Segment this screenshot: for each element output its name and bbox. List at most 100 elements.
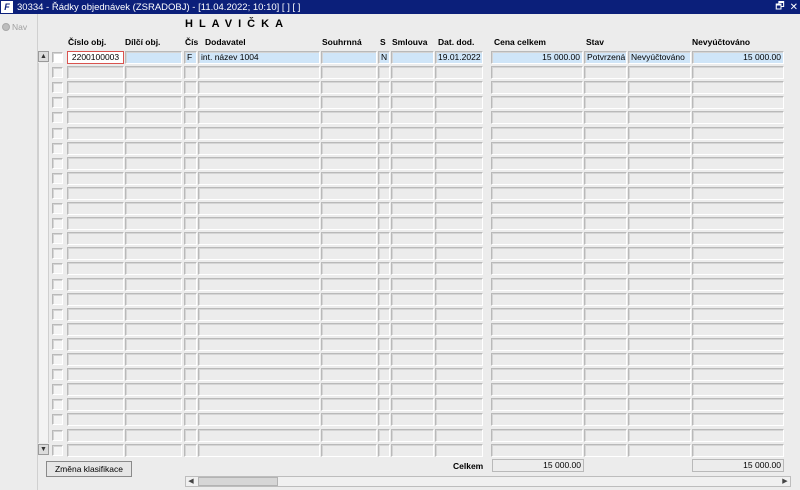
cell-stav2[interactable] xyxy=(628,353,691,366)
cell-smlouva[interactable] xyxy=(391,307,434,321)
cell-cis[interactable] xyxy=(184,217,197,231)
cell-souhrnna[interactable] xyxy=(321,307,377,321)
cell-cena-celkem[interactable] xyxy=(491,428,583,442)
cell-cislo-obj[interactable] xyxy=(67,337,124,351)
cell-cislo-obj[interactable]: 2200100003 xyxy=(67,51,124,64)
cell-s[interactable] xyxy=(378,277,390,291)
cell-cena-celkem[interactable] xyxy=(491,66,583,80)
cell-dodavatel[interactable] xyxy=(198,96,320,110)
cell-stav2[interactable] xyxy=(628,398,691,412)
cell-dilci-obj[interactable] xyxy=(125,51,182,64)
cell-dilci-obj[interactable] xyxy=(125,368,182,382)
cell-dodavatel[interactable] xyxy=(198,398,320,412)
cell-cislo-obj[interactable] xyxy=(67,111,124,125)
cell-souhrnna[interactable] xyxy=(321,292,377,306)
cell-dat-dod[interactable] xyxy=(435,232,483,246)
cell-s[interactable] xyxy=(378,443,390,457)
cell-cis[interactable] xyxy=(184,322,197,336)
cell-dodavatel[interactable] xyxy=(198,66,320,80)
cell-cena-celkem[interactable] xyxy=(491,232,583,246)
cell-dilci-obj[interactable] xyxy=(125,217,182,231)
row-checkbox[interactable] xyxy=(52,67,63,79)
cell-smlouva[interactable] xyxy=(391,156,434,170)
cell-cis[interactable] xyxy=(184,202,197,215)
cell-dat-dod[interactable] xyxy=(435,156,483,170)
cell-cislo-obj[interactable] xyxy=(67,186,124,200)
cell-dat-dod[interactable] xyxy=(435,202,483,215)
cell-cena-celkem[interactable] xyxy=(491,141,583,155)
cell-s[interactable] xyxy=(378,96,390,110)
row-checkbox[interactable] xyxy=(52,414,63,426)
cell-dodavatel[interactable] xyxy=(198,277,320,291)
cell-nevyuctovano[interactable] xyxy=(692,262,784,276)
cell-s[interactable] xyxy=(378,247,390,261)
cell-stav2[interactable] xyxy=(628,262,691,276)
cell-stav[interactable] xyxy=(584,413,627,427)
cell-dodavatel[interactable] xyxy=(198,353,320,366)
cell-dat-dod[interactable] xyxy=(435,383,483,397)
table-row[interactable] xyxy=(51,307,800,322)
table-row[interactable] xyxy=(51,428,800,443)
cell-dat-dod[interactable] xyxy=(435,186,483,200)
row-checkbox[interactable] xyxy=(52,203,63,214)
cell-cena-celkem[interactable] xyxy=(491,247,583,261)
table-row[interactable] xyxy=(51,95,800,110)
table-row[interactable]: 2200100003 Fint. název 1004 N 19.01.2022 15 … xyxy=(51,50,800,65)
cell-dat-dod[interactable] xyxy=(435,443,483,457)
cell-dat-dod[interactable] xyxy=(435,111,483,125)
cell-stav[interactable] xyxy=(584,337,627,351)
row-checkbox[interactable] xyxy=(52,218,63,230)
row-checkbox[interactable] xyxy=(52,112,63,124)
cell-dodavatel[interactable] xyxy=(198,413,320,427)
cell-stav[interactable] xyxy=(584,156,627,170)
cell-souhrnna[interactable] xyxy=(321,322,377,336)
cell-smlouva[interactable] xyxy=(391,111,434,125)
cell-cena-celkem[interactable] xyxy=(491,202,583,215)
row-checkbox[interactable] xyxy=(52,172,63,184)
row-checkbox[interactable] xyxy=(52,142,63,154)
cell-nevyuctovano[interactable] xyxy=(692,428,784,442)
cell-stav2[interactable] xyxy=(628,202,691,215)
cell-souhrnna[interactable] xyxy=(321,428,377,442)
row-checkbox[interactable] xyxy=(52,399,63,411)
cell-stav[interactable] xyxy=(584,66,627,80)
cell-smlouva[interactable] xyxy=(391,428,434,442)
table-row[interactable] xyxy=(51,110,800,125)
cell-dat-dod[interactable] xyxy=(435,247,483,261)
cell-nevyuctovano[interactable] xyxy=(692,353,784,366)
cell-dat-dod[interactable] xyxy=(435,171,483,185)
cell-dilci-obj[interactable] xyxy=(125,262,182,276)
cell-cislo-obj[interactable] xyxy=(67,141,124,155)
cell-s[interactable] xyxy=(378,232,390,246)
cell-dodavatel[interactable] xyxy=(198,156,320,170)
row-checkbox[interactable] xyxy=(52,248,63,260)
cell-dilci-obj[interactable] xyxy=(125,111,182,125)
cell-smlouva[interactable] xyxy=(391,443,434,457)
cell-smlouva[interactable] xyxy=(391,398,434,412)
cell-nevyuctovano[interactable] xyxy=(692,413,784,427)
cell-stav[interactable] xyxy=(584,277,627,291)
table-row[interactable] xyxy=(51,367,800,382)
cell-cislo-obj[interactable] xyxy=(67,383,124,397)
cell-smlouva[interactable] xyxy=(391,413,434,427)
cell-dilci-obj[interactable] xyxy=(125,353,182,366)
cell-cena-celkem[interactable] xyxy=(491,277,583,291)
row-checkbox[interactable] xyxy=(52,157,63,169)
cell-cena-celkem[interactable] xyxy=(491,81,583,95)
cell-dat-dod[interactable] xyxy=(435,217,483,231)
cell-smlouva[interactable] xyxy=(391,292,434,306)
cell-souhrnna[interactable] xyxy=(321,247,377,261)
row-checkbox[interactable] xyxy=(52,127,63,139)
cell-dilci-obj[interactable] xyxy=(125,232,182,246)
cell-dodavatel[interactable] xyxy=(198,186,320,200)
cell-souhrnna[interactable] xyxy=(321,353,377,366)
cell-dat-dod[interactable] xyxy=(435,353,483,366)
cell-stav[interactable] xyxy=(584,186,627,200)
cell-dat-dod[interactable] xyxy=(435,322,483,336)
cell-nevyuctovano[interactable] xyxy=(692,247,784,261)
cell-souhrnna[interactable] xyxy=(321,96,377,110)
cell-cena-celkem[interactable] xyxy=(491,443,583,457)
row-checkbox[interactable] xyxy=(52,369,63,381)
cell-dodavatel[interactable] xyxy=(198,428,320,442)
cell-stav[interactable] xyxy=(584,202,627,215)
